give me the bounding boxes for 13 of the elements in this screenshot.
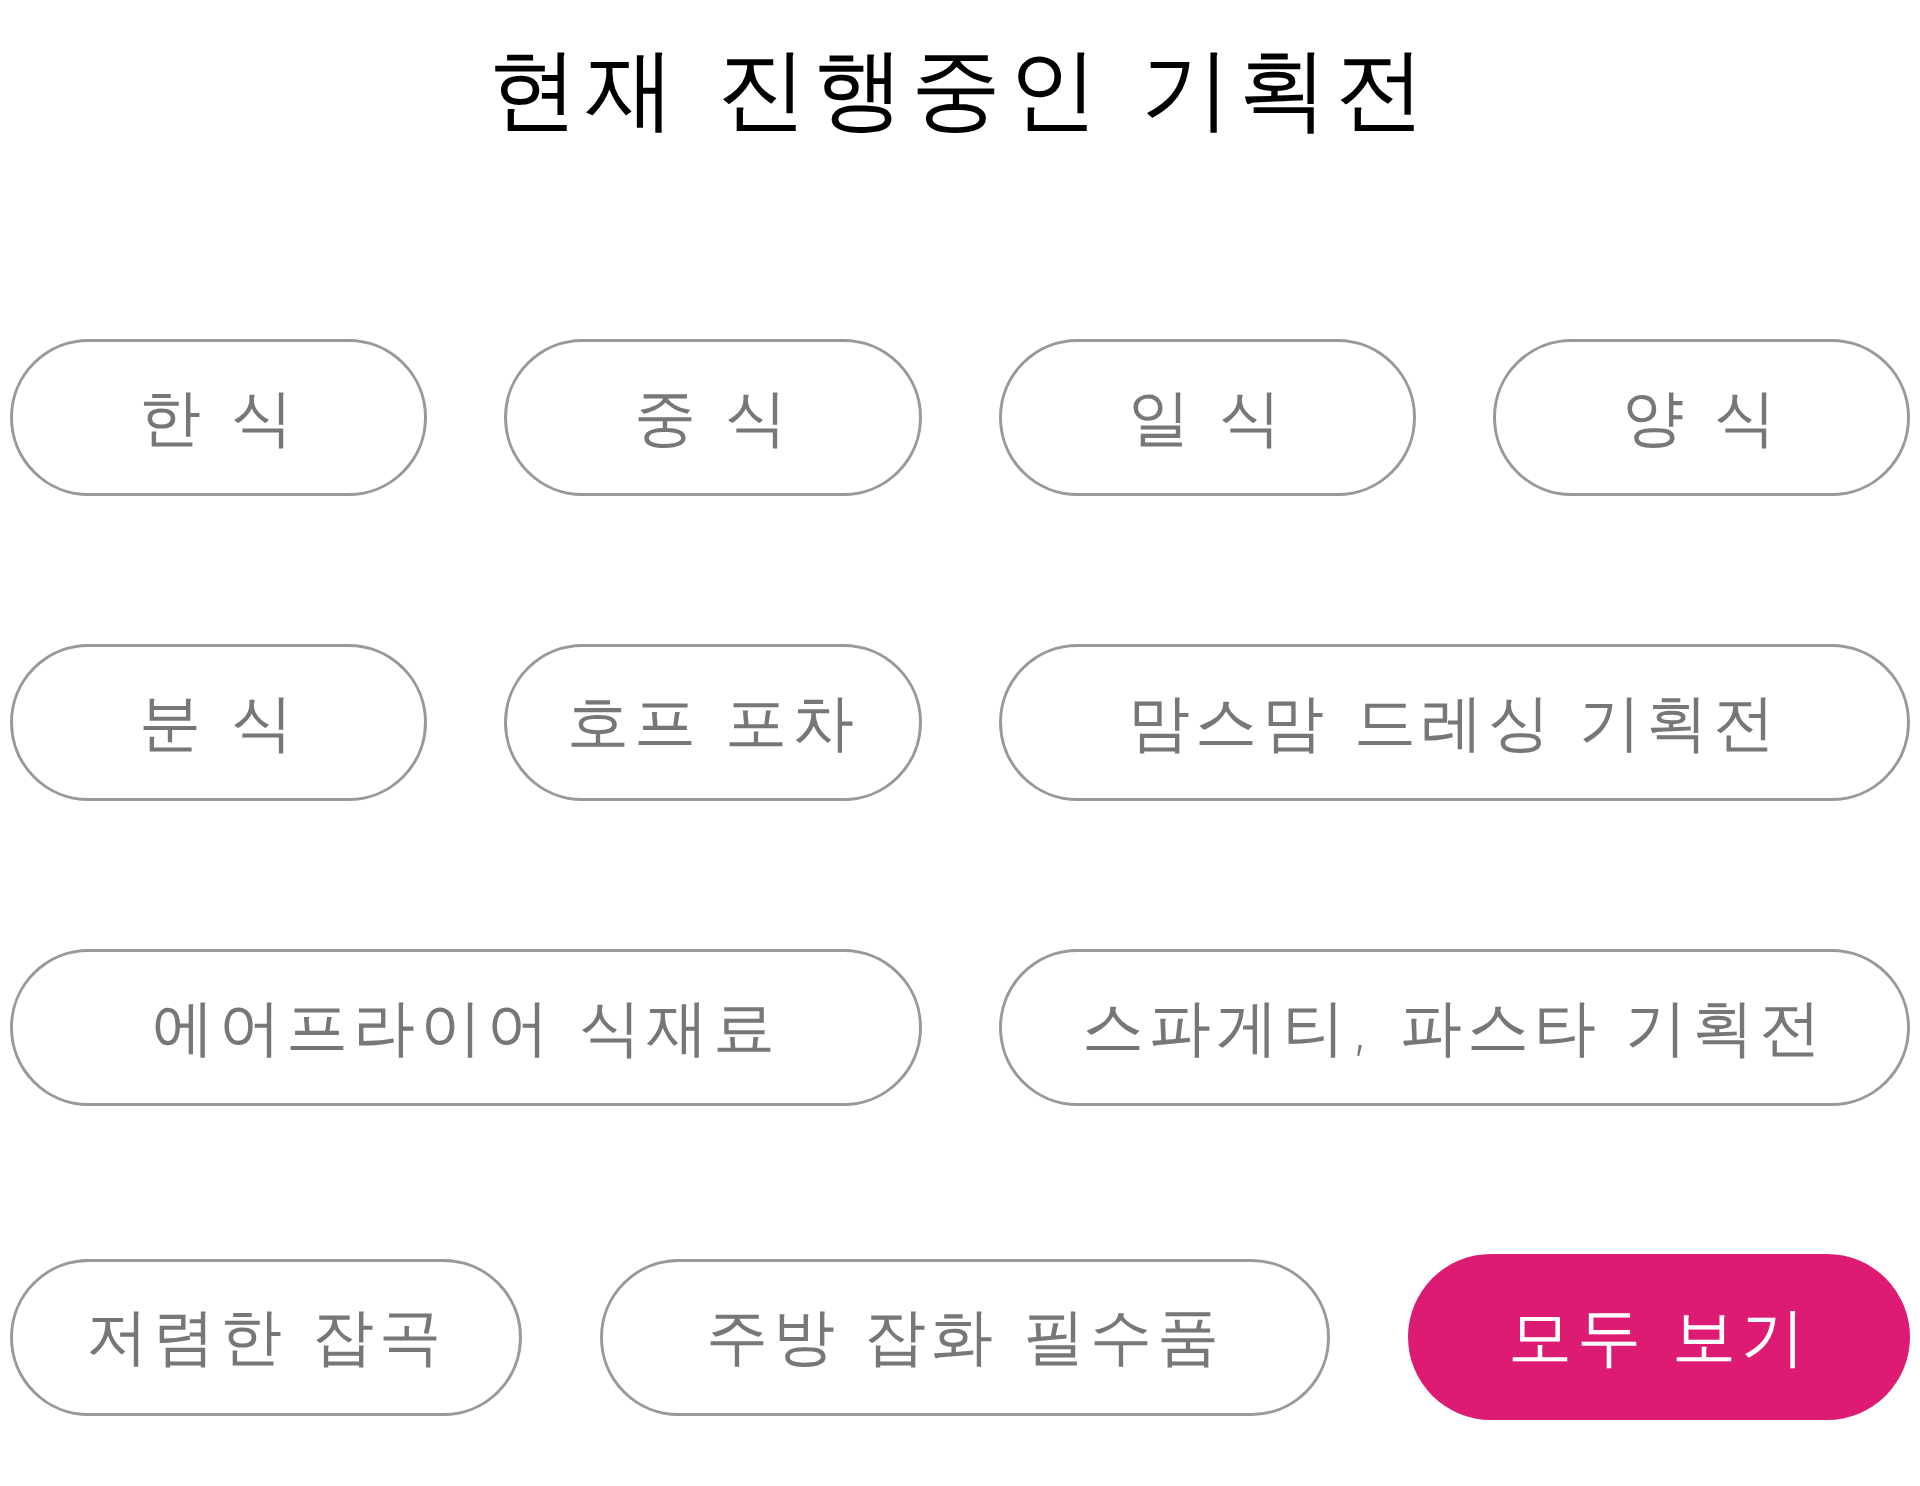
category-button[interactable]: 한 식: [10, 339, 428, 496]
category-button[interactable]: 맘스맘 드레싱 기획전: [998, 644, 1910, 801]
category-button[interactable]: 저렴한 잡곡: [10, 1258, 522, 1416]
section-title: 현재 진행중인 기획전: [486, 44, 1434, 134]
category-button[interactable]: 일 식: [998, 339, 1416, 496]
view-all-button[interactable]: 모두 보기: [1408, 1254, 1910, 1420]
category-button[interactable]: 호프 포차: [504, 644, 922, 801]
category-button[interactable]: 주방 잡화 필수품: [600, 1258, 1330, 1416]
category-button[interactable]: 양 식: [1492, 339, 1910, 496]
category-button[interactable]: 스파게티, 파스타 기획전: [998, 949, 1910, 1106]
category-button[interactable]: 분 식: [10, 644, 428, 801]
category-button[interactable]: 에어프라이어 식재료: [10, 949, 922, 1106]
category-button[interactable]: 중 식: [504, 339, 922, 496]
